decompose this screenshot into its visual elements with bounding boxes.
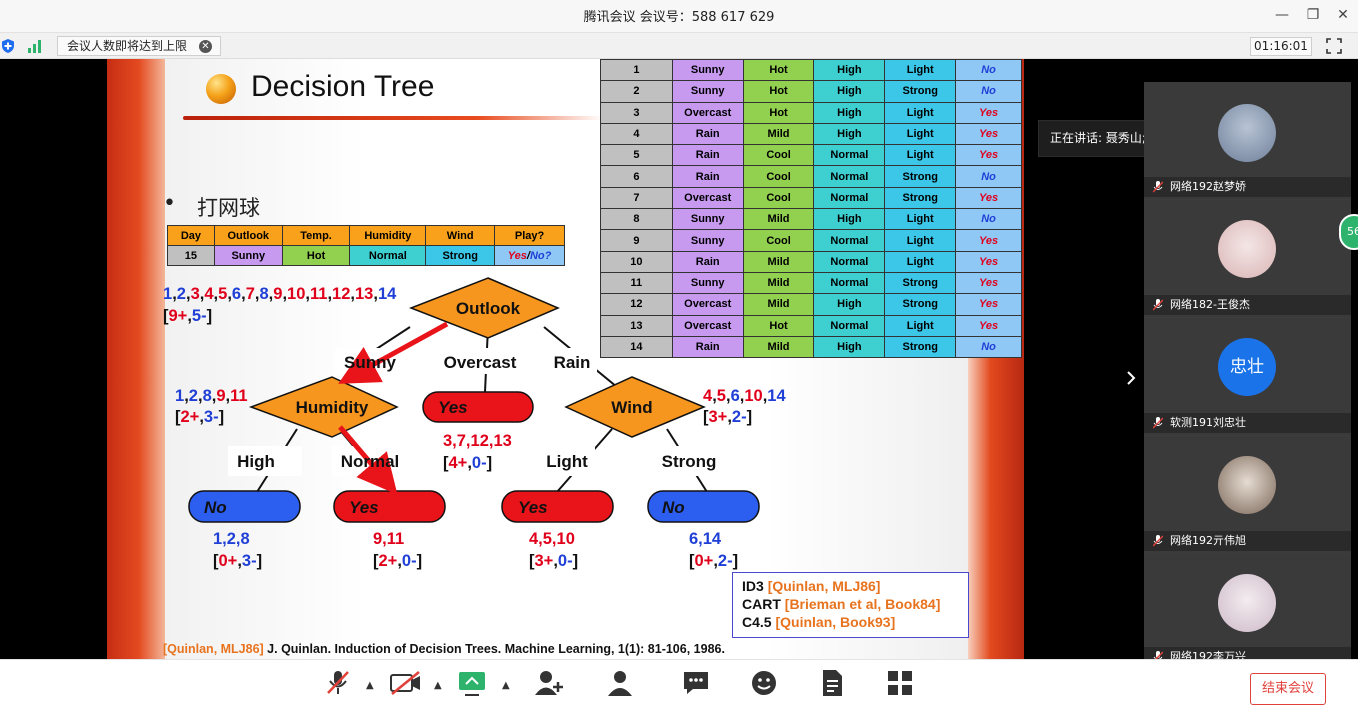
edge-high: High <box>237 452 275 471</box>
outlook-label: Outlook <box>456 299 521 318</box>
footnote: [Quinlan, MLJ86] J. Quinlan. Induction o… <box>163 642 725 656</box>
high-samples: 1,2,8 <box>213 530 250 548</box>
participant-name: 网络192亓伟旭 <box>1144 531 1351 551</box>
close-notice-icon[interactable]: ✕ <box>199 40 212 53</box>
capacity-notice-text: 会议人数即将达到上限 <box>67 39 188 53</box>
mute-mic-icon[interactable] <box>323 668 353 698</box>
light-counts: [3+,0-] <box>529 552 578 570</box>
video-options-caret[interactable]: ▲ <box>434 680 442 691</box>
participant-name: 软测191刘忠壮 <box>1144 413 1351 433</box>
light-samples: 4,5,10 <box>529 530 575 548</box>
end-meeting-button[interactable]: 结束会议 <box>1250 673 1326 705</box>
normal-leaf-label: Yes <box>349 498 379 517</box>
edge-normal: Normal <box>341 452 400 471</box>
edge-overcast: Overcast <box>444 353 517 372</box>
algorithm-citations: ID3 [Quinlan, MLJ86] CART [Brieman et al… <box>732 572 969 638</box>
chat-icon[interactable] <box>681 668 711 698</box>
humidity-counts: [2+,3-] <box>175 408 224 426</box>
avatar: 忠壮 <box>1218 338 1276 396</box>
wind-label: Wind <box>611 398 652 417</box>
strong-samples: 6,14 <box>689 530 722 548</box>
reactions-icon[interactable] <box>749 668 779 698</box>
root-samples: 1,2,3,4,5,6,7,8,9,10,11,12,13,14 <box>163 285 397 303</box>
window-title: 腾讯会议 会议号：588 617 629 <box>583 10 775 25</box>
avatar <box>1218 104 1276 162</box>
fullscreen-icon[interactable] <box>1326 38 1342 54</box>
overcast-counts: [4+,0-] <box>443 454 492 472</box>
avatar <box>1218 456 1276 514</box>
citation-line: CART [Brieman et al, Book84] <box>742 596 941 612</box>
participant-tile[interactable]: 网络192赵梦娇 <box>1144 82 1351 199</box>
mic-muted-icon <box>1153 651 1163 659</box>
participant-tile[interactable]: 忠壮 软测191刘忠壮 <box>1144 318 1351 435</box>
avatar <box>1218 574 1276 632</box>
participant-tile[interactable]: 网络182-王俊杰 <box>1144 200 1351 317</box>
participant-panel: 网络192赵梦娇 网络182-王俊杰 忠壮 软测191刘忠壮 网络192亓伟旭 <box>1144 82 1351 659</box>
humidity-samples: 1,2,8,9,11 <box>175 387 248 405</box>
normal-counts: [2+,0-] <box>373 552 422 570</box>
citation-line: ID3 [Quinlan, MLJ86] <box>742 578 881 594</box>
overcast-samples: 3,7,12,13 <box>443 432 512 450</box>
meeting-info-bar: 会议人数即将达到上限 ✕ 01:16:01 <box>0 33 1358 59</box>
mic-muted-icon <box>1153 535 1163 547</box>
edge-rain: Rain <box>554 353 591 372</box>
mic-muted-icon <box>1153 417 1163 429</box>
participant-name: 网络182-王俊杰 <box>1144 295 1351 315</box>
participant-tile[interactable]: 网络192亓伟旭 <box>1144 436 1351 553</box>
audio-options-caret[interactable]: ▲ <box>366 680 374 691</box>
share-screen-icon[interactable] <box>457 668 487 698</box>
edge-light: Light <box>546 452 588 471</box>
window-titlebar: 腾讯会议 会议号：588 617 629 — ❐ ✕ <box>0 0 1358 33</box>
documents-icon[interactable] <box>817 668 847 698</box>
wind-samples: 4,5,6,10,14 <box>703 387 786 405</box>
strong-counts: [0+,2-] <box>689 552 738 570</box>
close-button[interactable]: ✕ <box>1331 4 1355 26</box>
presentation-slide: Decision Tree • 打网球 Day Outlook Temp. Hu… <box>107 59 1024 659</box>
normal-samples: 9,11 <box>373 530 404 548</box>
meeting-toolbar: ▲ ▲ ▲ 结束会议 <box>0 659 1358 705</box>
edge-sunny: Sunny <box>344 353 396 372</box>
citation-line: C4.5 [Quinlan, Book93] <box>742 614 896 630</box>
participant-name: 网络192李万兴 <box>1144 647 1351 659</box>
high-leaf-label: No <box>204 498 227 517</box>
participants-icon[interactable] <box>605 668 635 698</box>
apps-icon[interactable] <box>885 668 915 698</box>
root-counts: [9+,5-] <box>163 307 212 325</box>
avatar <box>1218 220 1276 278</box>
shared-screen: Decision Tree • 打网球 Day Outlook Temp. Hu… <box>0 59 1358 659</box>
participant-tile[interactable]: 网络192李万兴 <box>1144 554 1351 659</box>
overcast-leaf-label: Yes <box>438 398 468 417</box>
mic-muted-icon <box>1153 181 1163 193</box>
minimize-button[interactable]: — <box>1270 4 1294 26</box>
participant-count-badge[interactable]: 56 <box>1339 214 1358 250</box>
strong-leaf-label: No <box>662 498 685 517</box>
meeting-timer: 01:16:01 <box>1250 37 1312 56</box>
wind-counts: [3+,2-] <box>703 408 752 426</box>
shield-icon[interactable] <box>1 38 15 54</box>
decision-tree: Outlook Humidity Wind Yes No Yes Yes No … <box>163 277 786 570</box>
light-leaf-label: Yes <box>518 498 548 517</box>
stop-video-icon[interactable] <box>389 668 423 698</box>
restore-button[interactable]: ❐ <box>1301 4 1325 26</box>
edge-strong: Strong <box>662 452 717 471</box>
invite-icon[interactable] <box>534 668 564 698</box>
capacity-notice: 会议人数即将达到上限 ✕ <box>57 36 221 56</box>
humidity-label: Humidity <box>296 398 369 417</box>
chevron-right-icon[interactable] <box>1125 370 1137 386</box>
high-counts: [0+,3-] <box>213 552 262 570</box>
participant-name: 网络192赵梦娇 <box>1144 177 1351 197</box>
share-options-caret[interactable]: ▲ <box>502 680 510 691</box>
mic-muted-icon <box>1153 299 1163 311</box>
signal-icon[interactable] <box>27 39 43 53</box>
